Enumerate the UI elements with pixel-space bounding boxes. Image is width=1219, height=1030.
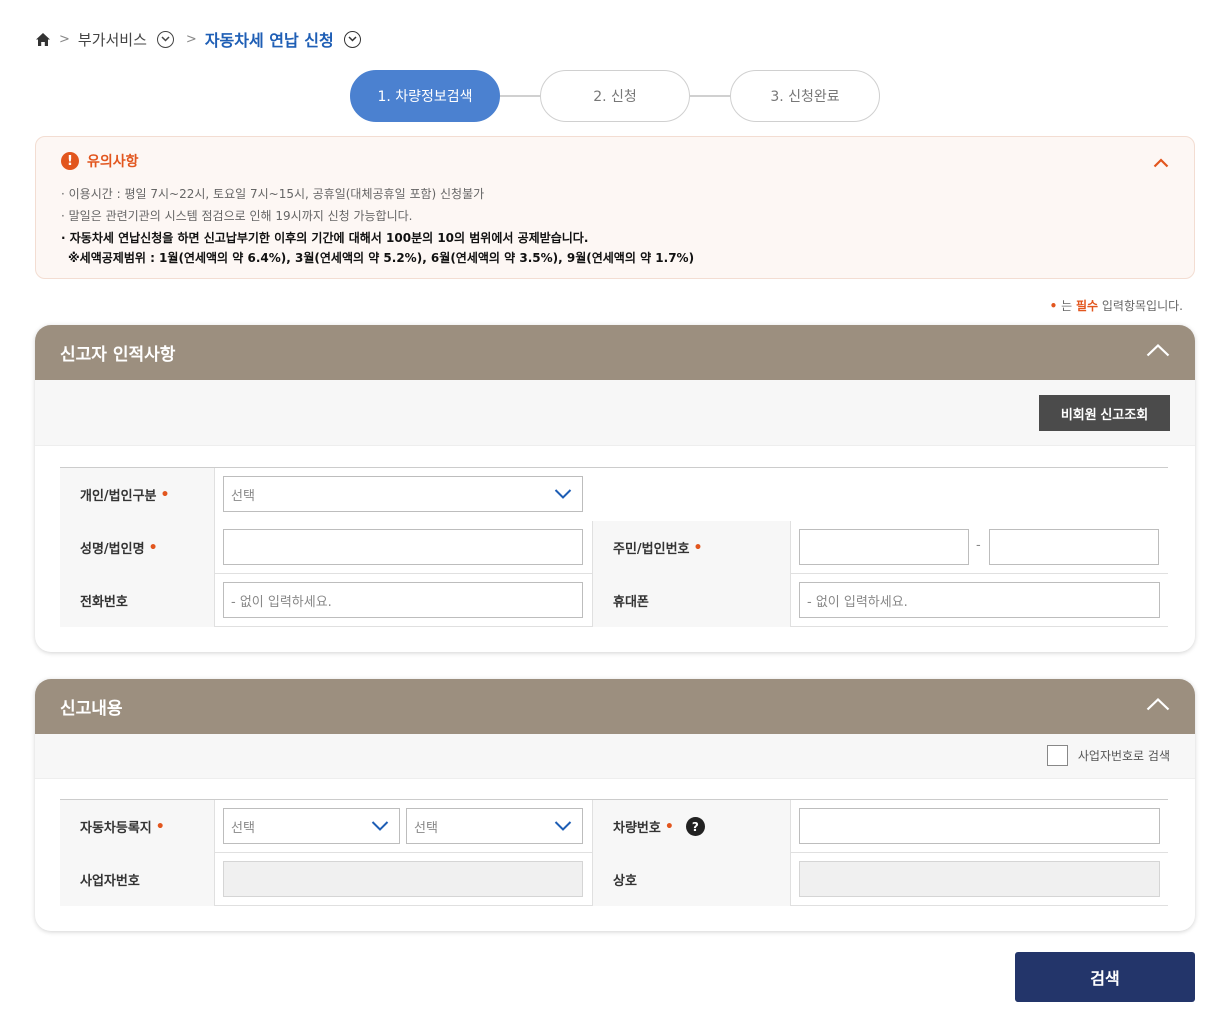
biz-number-search-option[interactable]: 사업자번호로 검색 bbox=[1046, 745, 1170, 766]
type-label: 개인/법인구분 • bbox=[60, 468, 214, 521]
mobile-cell: - 없이 입력하세요. bbox=[790, 574, 1168, 627]
chevron-down-icon bbox=[554, 821, 572, 831]
chevron-down-icon bbox=[371, 821, 389, 831]
exclamation-icon: ! bbox=[61, 152, 79, 170]
id-dash: - bbox=[976, 538, 981, 553]
chevron-right-icon: > bbox=[59, 31, 70, 47]
step-3: 3. 신청완료 bbox=[730, 70, 880, 122]
id-number-input-2[interactable] bbox=[989, 529, 1159, 565]
biz-number-search-checkbox[interactable] bbox=[1046, 745, 1068, 766]
notice-item-bold: · 자동차세 연납신청을 하면 신고납부기한 이후의 기간에 대해서 100분의… bbox=[61, 231, 589, 245]
biz-number-cell bbox=[214, 853, 591, 906]
chevron-right-icon: > bbox=[185, 31, 197, 47]
step-indicator: 1. 차량정보검색 2. 신청 3. 신청완료 bbox=[350, 70, 880, 122]
required-hint: • 는 필수 입력항목입니다. bbox=[1050, 297, 1183, 314]
panel-toolbar: 비회원 신고조회 bbox=[35, 380, 1195, 446]
notice-box: ! 유의사항 · 이용시간 : 평일 7시~22시, 토요일 7시~15시, 공… bbox=[35, 136, 1195, 279]
required-word: 필수 bbox=[1075, 299, 1099, 313]
notice-item: · 말일은 관련기관의 시스템 점검으로 인해 19시까지 신청 가능합니다. bbox=[61, 209, 413, 223]
phone-input[interactable]: - 없이 입력하세요. bbox=[223, 582, 583, 618]
breadcrumb: > 부가서비스 > 자동차세 연납 신청 bbox=[35, 28, 361, 50]
notice-header: ! 유의사항 bbox=[61, 151, 139, 171]
chevron-down-icon[interactable] bbox=[156, 30, 174, 48]
car-number-label: 차량번호 • ? bbox=[592, 800, 790, 853]
panel-header[interactable]: 신고내용 bbox=[35, 679, 1195, 734]
type-select[interactable]: 선택 bbox=[223, 476, 583, 512]
notice-list: · 이용시간 : 평일 7시~22시, 토요일 7시~15시, 공휴일(대체공휴… bbox=[61, 183, 694, 267]
step-1: 1. 차량정보검색 bbox=[350, 70, 500, 122]
table-row: 사업자번호 상호 bbox=[60, 853, 1168, 906]
registration-cell: 선택 선택 bbox=[214, 800, 591, 853]
home-icon[interactable] bbox=[35, 32, 51, 47]
table-row: 전화번호 - 없이 입력하세요. 휴대폰 - 없이 입력하세요. bbox=[60, 574, 1168, 627]
id-number-label: 주민/법인번호 • bbox=[592, 521, 790, 574]
report-content-panel: 신고내용 사업자번호로 검색 자동차등록지 • 선택 선택 차량번호 • ? 사… bbox=[35, 679, 1195, 931]
breadcrumb-current[interactable]: 자동차세 연납 신청 bbox=[205, 27, 334, 51]
help-icon[interactable]: ? bbox=[685, 817, 705, 836]
step-connector bbox=[500, 95, 540, 97]
table-row: 개인/법인구분 • 선택 bbox=[60, 468, 1168, 521]
required-hint-prefix: 는 bbox=[1057, 299, 1076, 313]
chevron-down-icon[interactable] bbox=[343, 30, 361, 48]
car-number-cell bbox=[790, 800, 1168, 853]
notice-deduction-range: ※세액공제범위 : 1월(연세액의 약 6.4%), 3월(연세액의 약 5.2… bbox=[68, 251, 695, 265]
id-number-cell: - bbox=[790, 521, 1168, 574]
type-cell: 선택 bbox=[214, 468, 1168, 521]
step-2: 2. 신청 bbox=[540, 70, 690, 122]
id-number-input-1[interactable] bbox=[799, 529, 969, 565]
registration-select-1[interactable]: 선택 bbox=[223, 808, 400, 844]
chevron-up-icon[interactable] bbox=[1146, 696, 1170, 716]
non-member-lookup-button[interactable]: 비회원 신고조회 bbox=[1039, 395, 1170, 431]
trade-name-cell bbox=[790, 853, 1168, 906]
biz-number-search-label[interactable]: 사업자번호로 검색 bbox=[1078, 747, 1170, 764]
trade-name-input bbox=[799, 861, 1160, 897]
trade-name-label: 상호 bbox=[592, 853, 790, 906]
registration-select-2[interactable]: 선택 bbox=[406, 808, 583, 844]
panel-title: 신고자 인적사항 bbox=[60, 345, 176, 365]
step-connector bbox=[690, 95, 730, 97]
name-label: 성명/법인명 • bbox=[60, 521, 214, 574]
panel-header[interactable]: 신고자 인적사항 bbox=[35, 325, 1195, 380]
table-row: 성명/법인명 • 주민/법인번호 • - bbox=[60, 521, 1168, 574]
car-number-input[interactable] bbox=[799, 808, 1160, 844]
chevron-up-icon[interactable] bbox=[1146, 342, 1170, 362]
phone-cell: - 없이 입력하세요. bbox=[214, 574, 591, 627]
biz-number-input bbox=[223, 861, 583, 897]
panel-title: 신고내용 bbox=[60, 699, 123, 719]
name-cell bbox=[214, 521, 591, 574]
chevron-down-icon bbox=[554, 489, 572, 499]
reporter-form-table: 개인/법인구분 • 선택 성명/법인명 • 주민/법인번호 • - 전화번호 -… bbox=[60, 467, 1168, 627]
required-hint-suffix: 입력항목입니다. bbox=[1098, 299, 1183, 313]
mobile-label: 휴대폰 bbox=[592, 574, 790, 627]
breadcrumb-level1[interactable]: 부가서비스 bbox=[78, 29, 147, 50]
biz-number-label: 사업자번호 bbox=[60, 853, 214, 906]
notice-item: · 이용시간 : 평일 7시~22시, 토요일 7시~15시, 공휴일(대체공휴… bbox=[61, 187, 485, 201]
report-form-table: 자동차등록지 • 선택 선택 차량번호 • ? 사업자번호 상호 bbox=[60, 799, 1168, 906]
registration-label: 자동차등록지 • bbox=[60, 800, 214, 853]
search-button[interactable]: 검색 bbox=[1015, 952, 1195, 1002]
table-row: 자동차등록지 • 선택 선택 차량번호 • ? bbox=[60, 800, 1168, 853]
panel-toolbar: 사업자번호로 검색 bbox=[35, 734, 1195, 779]
reporter-info-panel: 신고자 인적사항 비회원 신고조회 개인/법인구분• 선택 성명/법인명• bbox=[35, 325, 1195, 652]
chevron-up-icon[interactable] bbox=[1153, 153, 1169, 172]
mobile-input[interactable]: - 없이 입력하세요. bbox=[799, 582, 1160, 618]
name-input[interactable] bbox=[223, 529, 583, 565]
phone-label: 전화번호 bbox=[60, 574, 214, 627]
notice-title: 유의사항 bbox=[87, 154, 139, 170]
